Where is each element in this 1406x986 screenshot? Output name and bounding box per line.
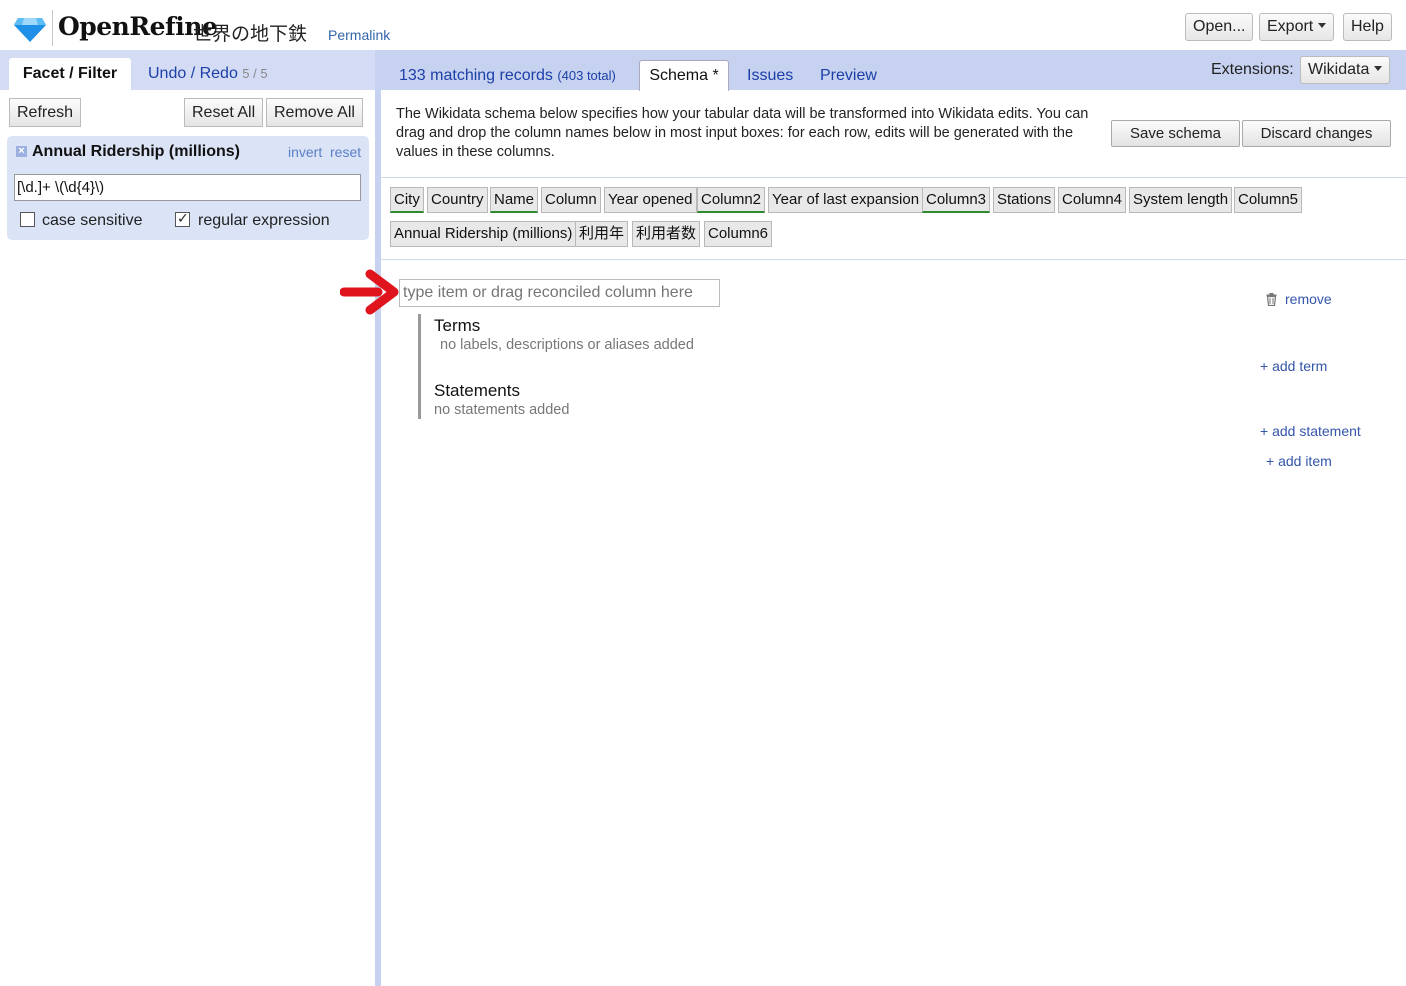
tab-undo-redo[interactable]: Undo / Redo 5 / 5 [148, 65, 268, 83]
trash-icon[interactable] [1266, 293, 1277, 306]
item-subject-input[interactable] [399, 279, 720, 307]
column-chip-year-opened[interactable]: Year opened [604, 187, 697, 213]
openrefine-diamond-logo[interactable] [14, 16, 46, 42]
refresh-button[interactable]: Refresh [9, 98, 82, 127]
terms-empty-text: no labels, descriptions or aliases added [440, 337, 694, 353]
statements-empty-text: no statements added [434, 402, 570, 418]
tab-facet-filter[interactable]: Facet / Filter [9, 58, 131, 91]
export-button[interactable]: Export [1259, 13, 1335, 41]
column-chip-annual-ridership[interactable]: Annual Ridership (millions) [390, 221, 577, 247]
logo-separator [52, 10, 53, 46]
column-chip-year-of-last-expansion[interactable]: Year of last expansion [768, 187, 924, 213]
regular-expression-label: regular expression [198, 212, 330, 229]
column-chip-column3[interactable]: Column3 [922, 187, 991, 213]
column-chip-column4[interactable]: Column4 [1058, 187, 1127, 213]
undo-count: 5 / 5 [242, 66, 268, 81]
open-label: Open... [1193, 18, 1246, 35]
help-label: Help [1351, 18, 1384, 35]
divider [381, 259, 1406, 260]
facet-invert-link[interactable]: invert [288, 144, 322, 160]
remove-item-link[interactable]: remove [1285, 291, 1332, 307]
app-header: OpenRefine 世界の地下鉄 Permalink Open... Expo… [0, 0, 1406, 50]
terms-heading: Terms [434, 316, 481, 335]
records-count: 133 matching records [399, 67, 553, 84]
chevron-down-icon [1318, 23, 1327, 29]
export-label: Export [1267, 18, 1314, 35]
column-chip-column6[interactable]: Column6 [704, 221, 773, 247]
column-chip-country[interactable]: Country [427, 187, 488, 213]
text-filter-facet: × Annual Ridership (millions) invert res… [7, 136, 369, 240]
permalink-link[interactable]: Permalink [328, 27, 390, 43]
add-term-link[interactable]: + add term [1260, 358, 1327, 374]
facet-filter-input[interactable] [14, 174, 361, 201]
schema-description: The Wikidata schema below specifies how … [396, 106, 1089, 160]
tab-issues[interactable]: Issues [747, 67, 793, 85]
case-sensitive-label: case sensitive [42, 212, 143, 229]
left-tab-bar: Facet / Filter Undo / Redo 5 / 5 [0, 50, 375, 91]
reset-all-button[interactable]: Reset All [184, 98, 264, 127]
tab-preview[interactable]: Preview [820, 67, 877, 85]
extensions-value: Wikidata [1308, 61, 1370, 78]
case-sensitive-checkbox[interactable] [20, 212, 35, 227]
column-chip-ridership-count[interactable]: 利用者数 [632, 221, 701, 247]
regular-expression-checkbox[interactable] [175, 210, 190, 227]
divider [381, 177, 1406, 178]
discard-changes-button[interactable]: Discard changes [1242, 120, 1391, 147]
open-button[interactable]: Open... [1185, 13, 1254, 41]
save-schema-button[interactable]: Save schema [1111, 120, 1240, 147]
records-total: (403 total) [557, 68, 616, 83]
extensions-label: Extensions: [1211, 61, 1294, 78]
facet-reset-link[interactable]: reset [330, 144, 361, 160]
chevron-down-icon [1374, 66, 1383, 72]
statements-heading: Statements [434, 381, 520, 400]
column-chip-usage-year[interactable]: 利用年 [575, 221, 629, 247]
tab-records[interactable]: 133 matching records (403 total) [399, 67, 616, 85]
undo-redo-label: Undo / Redo [148, 65, 238, 82]
facet-title: Annual Ridership (millions) [32, 143, 241, 160]
right-tab-bar: 133 matching records (403 total) Schema … [381, 50, 1406, 91]
close-icon[interactable]: × [16, 146, 27, 157]
column-chip-system-length[interactable]: System length [1129, 187, 1233, 213]
add-statement-link[interactable]: + add statement [1260, 423, 1361, 439]
tab-schema[interactable]: Schema * [639, 60, 729, 91]
red-arrow-annotation [340, 269, 399, 315]
remove-all-button[interactable]: Remove All [266, 98, 363, 127]
help-button[interactable]: Help [1343, 13, 1392, 41]
column-chip-column2[interactable]: Column2 [697, 187, 766, 213]
column-chip-stations[interactable]: Stations [993, 187, 1056, 213]
item-tree-line [418, 314, 421, 419]
extensions-dropdown[interactable]: Wikidata [1300, 56, 1391, 84]
add-item-link[interactable]: + add item [1266, 453, 1332, 469]
project-name[interactable]: 世界の地下鉄 [193, 19, 307, 46]
column-chip-city[interactable]: City [390, 187, 424, 213]
column-chip-column5[interactable]: Column5 [1234, 187, 1303, 213]
column-chip-column[interactable]: Column [541, 187, 601, 213]
column-chip-name[interactable]: Name [490, 187, 539, 213]
